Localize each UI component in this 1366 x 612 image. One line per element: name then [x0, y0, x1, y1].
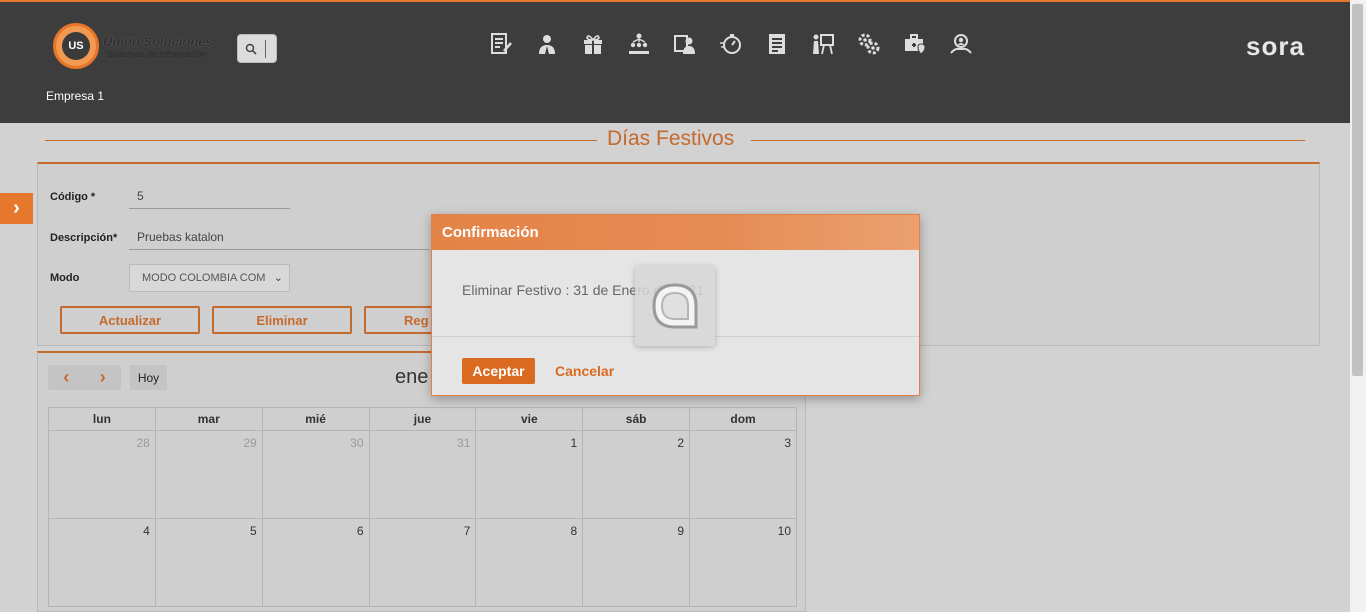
chevron-down-icon: ⌄: [273, 272, 283, 284]
loading-spinner: [635, 266, 715, 346]
chevron-right-icon[interactable]: ›: [100, 367, 106, 388]
calendar-day[interactable]: 9: [582, 518, 691, 607]
calendar-day[interactable]: 10: [689, 518, 797, 607]
calendar-day[interactable]: 7: [368, 518, 477, 607]
page-title: Días Festivos: [607, 127, 735, 150]
weekday-header: mié: [261, 407, 370, 431]
calendar-day[interactable]: 8: [475, 518, 584, 607]
logo-title: Unión Soluciones: [103, 33, 213, 49]
calendar-week: 28 29 30 31 1 2 3: [48, 430, 797, 519]
page: US Unión Soluciones Sistemas de Informac…: [0, 0, 1350, 612]
calendar-week: 4 5 6 7 8 9 10: [48, 518, 797, 607]
gift-icon[interactable]: [580, 31, 606, 57]
dialog-header: Confirmación: [432, 215, 919, 250]
medical-kit-icon[interactable]: [902, 31, 928, 57]
presentation-icon[interactable]: [810, 31, 836, 57]
chevron-right-icon: ›: [13, 197, 20, 219]
top-header: US Unión Soluciones Sistemas de Informac…: [0, 0, 1350, 123]
org-chart-icon[interactable]: [626, 31, 652, 57]
document-edit-icon[interactable]: [488, 31, 514, 57]
chevron-left-icon[interactable]: ‹: [63, 367, 69, 388]
today-button[interactable]: Hoy: [130, 365, 167, 390]
weekday-header: mar: [154, 407, 263, 431]
eliminar-button[interactable]: Eliminar: [212, 306, 352, 334]
calendar-day[interactable]: 30: [261, 430, 370, 519]
brand-logo: sora: [1246, 31, 1305, 61]
descripcion-label: Descripción*: [50, 232, 118, 244]
scrollbar-thumb[interactable]: [1352, 4, 1363, 376]
modo-select[interactable]: MODO COLOMBIA COM ⌄: [129, 264, 290, 292]
calendar-day[interactable]: 3: [689, 430, 797, 519]
stopwatch-icon[interactable]: [718, 31, 744, 57]
dialog-title: Confirmación: [442, 224, 539, 241]
logo-emblem: US: [53, 23, 99, 69]
cancel-button[interactable]: Cancelar: [555, 363, 614, 379]
calendar-month-title: ene: [395, 366, 429, 388]
modo-label: Modo: [50, 272, 80, 284]
weekday-header: sáb: [582, 407, 691, 431]
gears-icon[interactable]: [856, 31, 882, 57]
search-divider: [265, 40, 266, 58]
descripcion-field[interactable]: Pruebas katalon: [129, 226, 429, 250]
logo-mark: US: [62, 32, 90, 60]
weekday-header: vie: [475, 407, 584, 431]
company-logo[interactable]: US Unión Soluciones Sistemas de Informac…: [53, 23, 213, 69]
accept-button[interactable]: Aceptar: [462, 358, 535, 384]
codigo-field[interactable]: 5: [129, 185, 290, 209]
report-icon[interactable]: [764, 31, 790, 57]
calendar-day[interactable]: 28: [48, 430, 156, 519]
team-id-icon[interactable]: [672, 31, 698, 57]
weekday-header: lun: [48, 407, 156, 431]
calendar-day[interactable]: 31: [368, 430, 477, 519]
logo-subtitle: Sistemas de Información: [107, 48, 207, 59]
calendar-day[interactable]: 2: [582, 430, 691, 519]
user-search-icon[interactable]: [948, 31, 974, 57]
calendar-grid: lun mar mié jue vie sáb dom 28 29 30 31 …: [48, 407, 797, 607]
search-icon: [245, 43, 257, 55]
weekday-header: dom: [689, 407, 797, 431]
logo-text: Unión Soluciones Sistemas de Información: [103, 34, 213, 59]
calendar-nav: ‹ ›: [48, 365, 121, 390]
calendar-day[interactable]: 29: [154, 430, 263, 519]
calendar-day[interactable]: 6: [261, 518, 370, 607]
page-title-bar: Días Festivos: [45, 127, 1305, 153]
calendar-day[interactable]: 4: [48, 518, 156, 607]
actualizar-button[interactable]: Actualizar: [60, 306, 200, 334]
user-tie-icon[interactable]: [534, 31, 560, 57]
modo-select-value: MODO COLOMBIA COM: [142, 272, 266, 284]
company-name[interactable]: Empresa 1: [46, 89, 104, 103]
codigo-label: Código *: [50, 191, 96, 203]
title-rule-left: [45, 140, 597, 141]
vertical-scrollbar[interactable]: [1350, 0, 1366, 612]
calendar-day[interactable]: 1: [475, 430, 584, 519]
calendar-day[interactable]: 5: [154, 518, 263, 607]
sidebar-toggle[interactable]: ›: [0, 193, 33, 224]
weekday-header: jue: [368, 407, 477, 431]
title-rule-right: [751, 140, 1305, 141]
loading-icon: [652, 283, 698, 329]
search-button[interactable]: [237, 34, 277, 63]
module-nav: [488, 31, 974, 57]
